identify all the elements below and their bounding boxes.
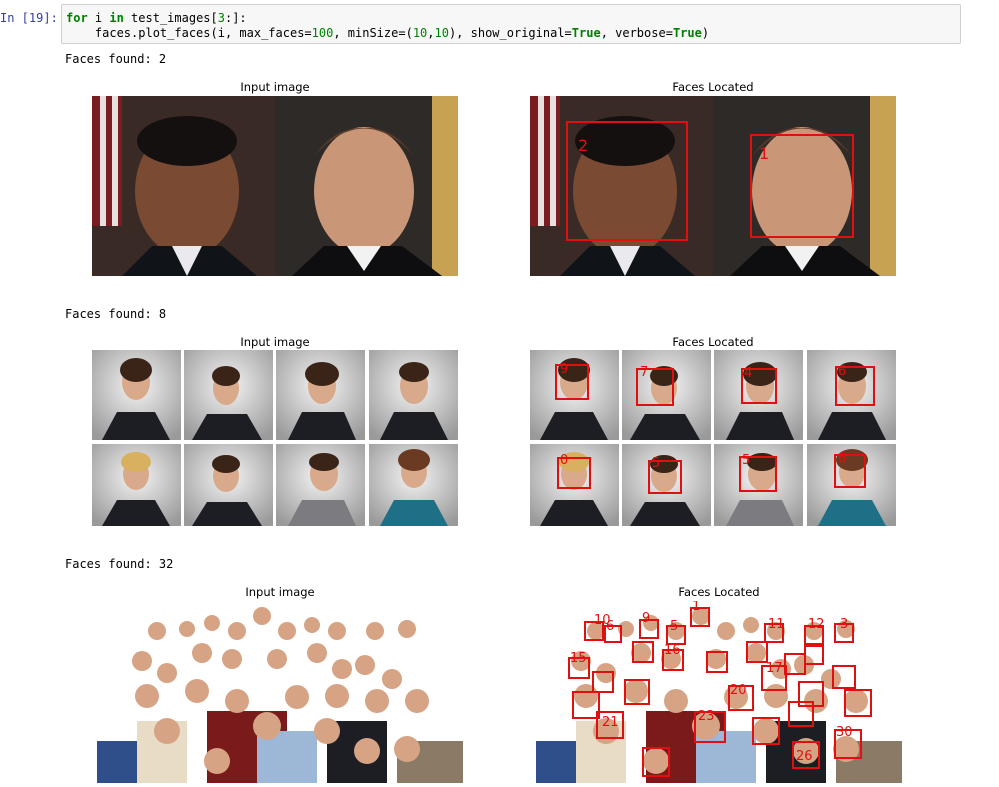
code-token: , bbox=[427, 26, 435, 40]
face-label: 12 bbox=[808, 617, 825, 632]
face-box bbox=[844, 689, 872, 717]
faces-found-text: Faces found: 2 bbox=[65, 52, 167, 66]
code-text[interactable]: for i in test_images[3:]: faces.plot_fac… bbox=[66, 11, 709, 41]
code-token: ), show_original= bbox=[448, 26, 572, 40]
face-label: 3 bbox=[840, 617, 849, 632]
input-prompt: In [19]: bbox=[0, 11, 58, 25]
crowd-image bbox=[97, 601, 463, 783]
input-image-3 bbox=[97, 601, 463, 783]
face-label: 21 bbox=[602, 715, 619, 730]
face-label: 26 bbox=[796, 749, 813, 764]
plot-title-located: Faces Located bbox=[672, 80, 754, 94]
code-keyword: True bbox=[571, 26, 601, 40]
code-token: i bbox=[87, 11, 110, 25]
face-label: 9 bbox=[642, 611, 651, 626]
code-keyword: for bbox=[66, 11, 88, 25]
code-number: 10 bbox=[412, 26, 428, 40]
code-token: :]: bbox=[224, 11, 247, 25]
face-label: 30 bbox=[836, 725, 853, 740]
located-image-2: 9 7 4 6 0 5 5 6 bbox=[530, 350, 896, 526]
face-label: 7 bbox=[640, 365, 649, 380]
face-box bbox=[752, 717, 780, 745]
face-box bbox=[706, 651, 728, 673]
face-box bbox=[746, 641, 768, 663]
face-label: 0 bbox=[560, 453, 569, 468]
code-token: ) bbox=[701, 26, 710, 40]
face-box bbox=[592, 671, 614, 693]
code-cell[interactable]: for i in test_images[3:]: faces.plot_fac… bbox=[61, 4, 961, 44]
code-token: test_images[ bbox=[123, 11, 218, 25]
face-label: 1 bbox=[692, 601, 701, 614]
faces-found-text: Faces found: 8 bbox=[65, 307, 167, 321]
plot-title-input: Input image bbox=[245, 585, 315, 599]
face-label: 11 bbox=[768, 617, 785, 632]
face-box bbox=[642, 747, 670, 777]
face-box bbox=[788, 701, 814, 727]
located-image-3: 1 10 6 9 5 11 12 3 15 16 20 17 21 23 30 … bbox=[536, 601, 902, 783]
code-token: , minSize=( bbox=[333, 26, 413, 40]
face-label: 6 bbox=[838, 451, 847, 466]
face-label: 9 bbox=[560, 362, 569, 377]
face-box bbox=[804, 645, 824, 665]
input-image-1 bbox=[92, 96, 458, 276]
face-label: 6 bbox=[606, 619, 615, 634]
plot-title-located: Faces Located bbox=[672, 335, 754, 349]
input-image-2 bbox=[92, 350, 458, 526]
face-label: 16 bbox=[664, 643, 681, 658]
code-token: faces.plot_faces(i, max_faces= bbox=[66, 26, 312, 40]
code-keyword: in bbox=[109, 11, 124, 25]
code-number: 3 bbox=[217, 11, 225, 25]
face-box bbox=[832, 665, 856, 689]
face-label: 17 bbox=[766, 661, 783, 676]
face-box bbox=[624, 679, 650, 705]
face-label: 15 bbox=[570, 651, 587, 666]
portrait-pair-image bbox=[92, 96, 458, 276]
face-label: 23 bbox=[698, 709, 715, 724]
portrait-grid-image bbox=[92, 350, 458, 526]
faces-found-text: Faces found: 32 bbox=[65, 557, 174, 571]
face-label: 20 bbox=[730, 683, 747, 698]
plot-title-located: Faces Located bbox=[678, 585, 760, 599]
face-label: 2 bbox=[578, 136, 589, 155]
face-label: 4 bbox=[744, 366, 753, 381]
face-box bbox=[632, 641, 654, 663]
code-number: 100 bbox=[311, 26, 334, 40]
located-image-1: 2 1 bbox=[530, 96, 896, 276]
face-box bbox=[784, 653, 806, 675]
code-token: , verbose= bbox=[600, 26, 673, 40]
code-keyword: True bbox=[672, 26, 702, 40]
plot-title-input: Input image bbox=[240, 335, 310, 349]
face-label: 6 bbox=[838, 364, 847, 379]
code-number: 10 bbox=[434, 26, 449, 40]
plot-title-input: Input image bbox=[240, 80, 310, 94]
face-label: 5 bbox=[670, 619, 679, 634]
face-label: 1 bbox=[759, 144, 770, 163]
face-label: 5 bbox=[742, 453, 751, 468]
face-label: 5 bbox=[652, 456, 661, 471]
